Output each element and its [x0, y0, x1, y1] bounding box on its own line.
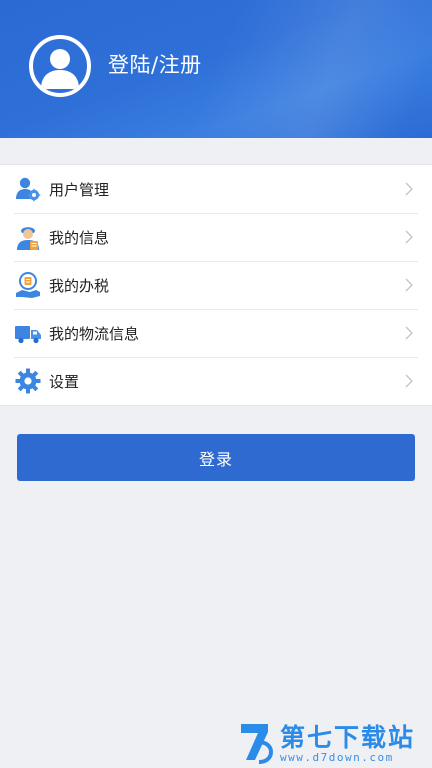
- menu-item-label: 我的信息: [49, 228, 110, 247]
- watermark: 第七下载站 www.d7down.com: [238, 718, 428, 766]
- logistics-truck-icon: [14, 319, 42, 347]
- user-avatar-icon[interactable]: [29, 35, 91, 97]
- menu-item-my-logistics[interactable]: 我的物流信息: [0, 309, 432, 357]
- menu-item-label: 我的办税: [49, 276, 110, 295]
- profile-page: 登陆/注册 用户管理 我的信息 我的办税 我的物流信息 设置 登录 第七下载站 …: [0, 0, 432, 768]
- profile-header: 登陆/注册: [0, 0, 432, 138]
- menu-item-user-management[interactable]: 用户管理: [0, 165, 432, 213]
- chevron-right-icon: [405, 326, 413, 340]
- login-button[interactable]: 登录: [17, 434, 415, 481]
- settings-gear-icon: [14, 367, 42, 395]
- menu-item-label: 用户管理: [49, 180, 110, 199]
- menu-list: 用户管理 我的信息 我的办税 我的物流信息 设置: [0, 164, 432, 406]
- chevron-right-icon: [405, 278, 413, 292]
- watermark-logo-icon: [241, 724, 274, 764]
- tax-handling-icon: [14, 271, 42, 299]
- avatar-silhouette: [41, 49, 79, 89]
- menu-item-label: 设置: [49, 372, 80, 391]
- watermark-title: 第七下载站: [280, 723, 416, 752]
- my-info-icon: [14, 223, 42, 251]
- menu-item-my-info[interactable]: 我的信息: [0, 213, 432, 261]
- chevron-right-icon: [405, 230, 413, 244]
- chevron-right-icon: [405, 374, 413, 388]
- menu-item-label: 我的物流信息: [49, 324, 140, 343]
- watermark-url: www.d7down.com: [280, 751, 394, 764]
- login-register-link[interactable]: 登陆/注册: [108, 49, 202, 79]
- chevron-right-icon: [405, 182, 413, 196]
- user-manage-icon: [14, 175, 42, 203]
- menu-item-my-tax[interactable]: 我的办税: [0, 261, 432, 309]
- menu-item-settings[interactable]: 设置: [0, 357, 432, 405]
